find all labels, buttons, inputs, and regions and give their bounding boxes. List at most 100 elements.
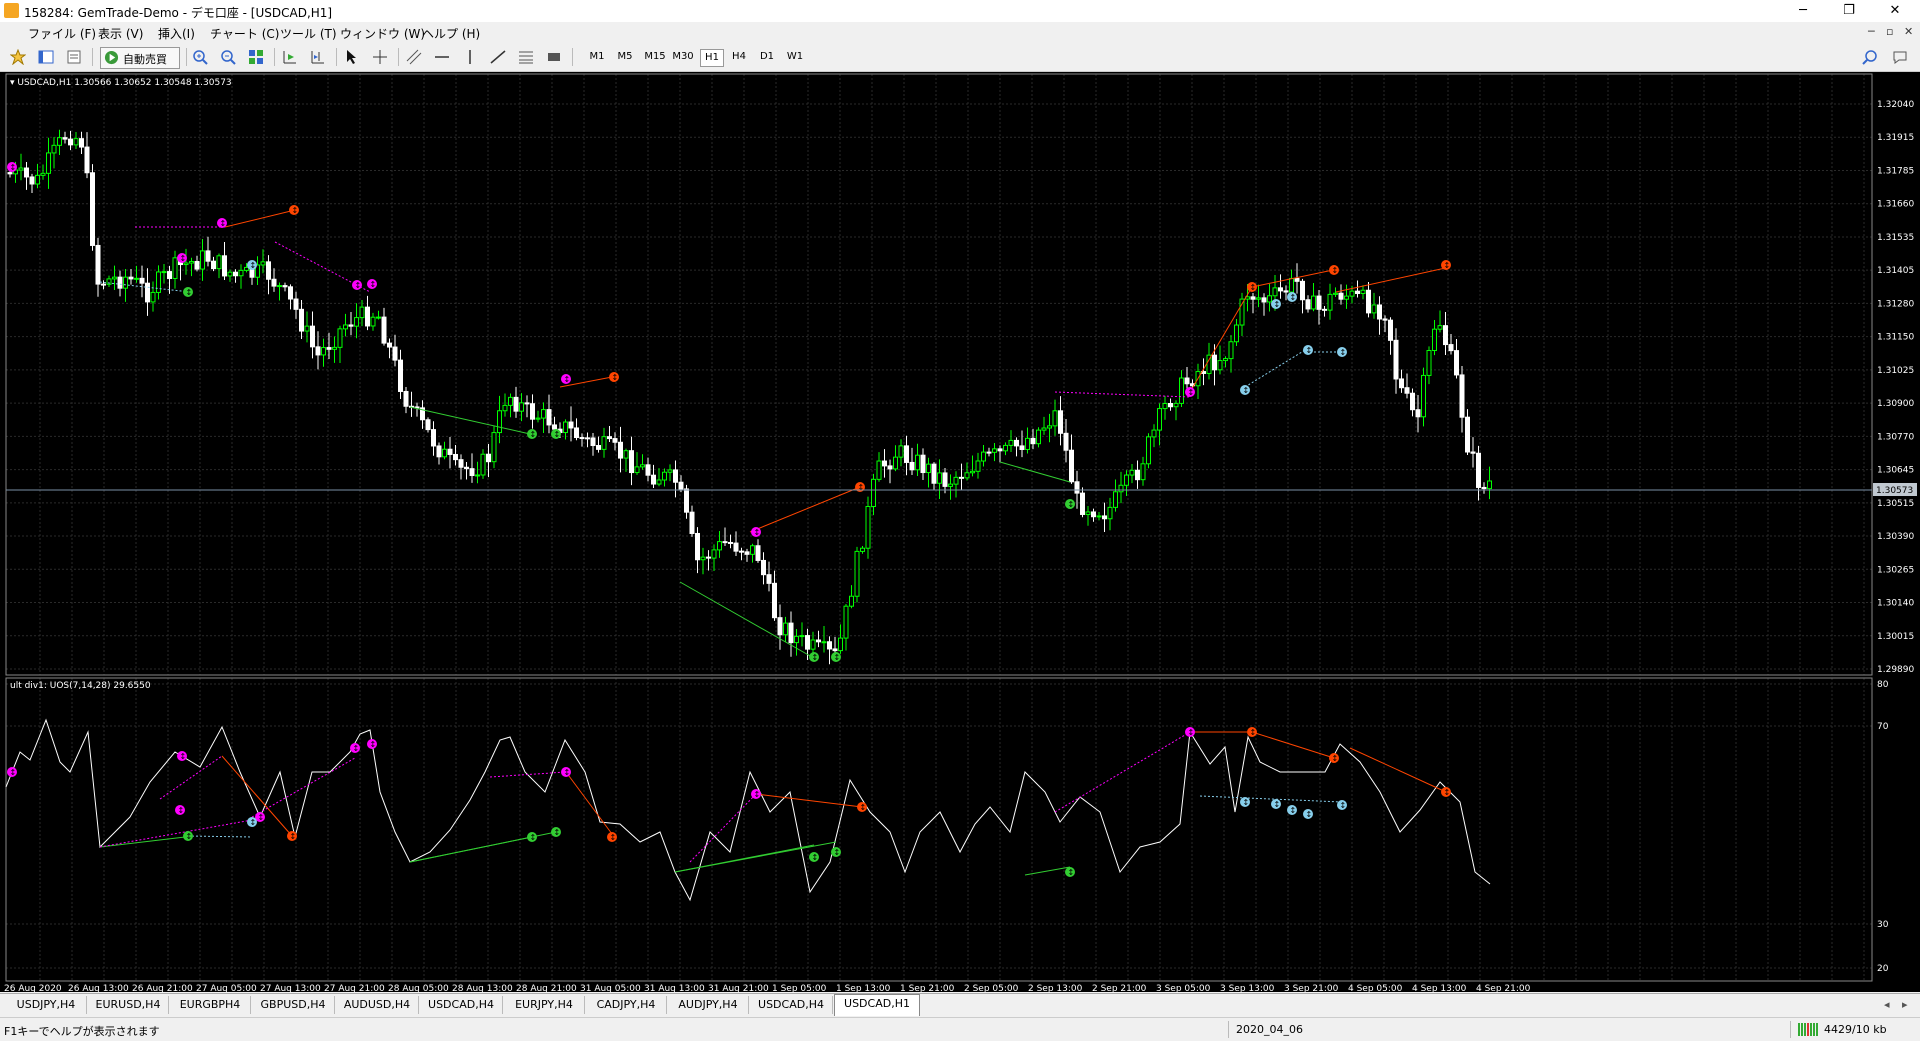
trendline-icon[interactable] [490, 49, 506, 65]
candle-body [1366, 289, 1371, 314]
tab-audusd-h4[interactable]: AUDUSD,H4 [336, 996, 419, 1014]
tab-usdcad-h4[interactable]: USDCAD,H4 [420, 996, 503, 1014]
chart-shift-icon[interactable] [310, 49, 326, 65]
candle-body [1113, 491, 1118, 508]
fibonacci-icon[interactable] [518, 49, 534, 65]
indicator-divergence-marker-glyph: ↕ [1250, 728, 1257, 737]
candle-body [1316, 295, 1322, 310]
maximize-button[interactable]: ❐ [1826, 0, 1872, 22]
auto-trade-button[interactable]: 自動売買 [100, 47, 180, 69]
timeframe-m5-button[interactable]: M5 [614, 49, 636, 65]
market-watch-icon[interactable] [38, 49, 54, 65]
zoom-out-icon[interactable] [220, 49, 236, 65]
chat-icon[interactable] [1892, 49, 1908, 65]
status-separator [1790, 1021, 1791, 1038]
timeframe-m15-button[interactable]: M15 [642, 49, 668, 65]
candle-body [816, 639, 821, 643]
indicator-divergence-marker-glyph: ↕ [370, 740, 377, 749]
candle-body [601, 436, 607, 450]
candle-body [425, 419, 431, 431]
candle-body [35, 174, 40, 185]
menu-chart[interactable]: チャート (C) [210, 25, 279, 42]
menu-help[interactable]: ヘルプ (H) [422, 25, 480, 42]
candle-body [832, 648, 838, 652]
timeframe-h4-button[interactable]: H4 [728, 49, 750, 65]
divergence-marker-glyph: ↕ [858, 483, 865, 492]
autoscroll-icon[interactable] [282, 49, 298, 65]
crosshair-icon[interactable] [372, 49, 388, 65]
candle-body [1382, 318, 1388, 321]
new-chart-icon[interactable] [10, 49, 26, 65]
tab-usdjpy-h4[interactable]: USDJPY,H4 [6, 996, 87, 1014]
horizontal-line-icon[interactable] [434, 49, 450, 65]
candle-body [1278, 287, 1283, 292]
candle-body [51, 144, 57, 154]
rectangle-icon[interactable] [546, 49, 562, 65]
status-help-text: F1キーでヘルプが表示されます [4, 1025, 160, 1038]
candle-body [469, 468, 475, 477]
minimize-button[interactable]: ─ [1780, 0, 1826, 22]
candle-body [1107, 506, 1113, 520]
timeframe-d1-button[interactable]: D1 [756, 49, 778, 65]
tab-scroll-left-icon[interactable]: ◂ [1884, 998, 1890, 1011]
timeframe-m1-button[interactable]: M1 [586, 49, 608, 65]
menu-view[interactable]: 表示 (V) [98, 25, 143, 42]
mdi-close-button[interactable]: ✕ [1904, 25, 1913, 38]
vertical-line-icon[interactable] [462, 49, 478, 65]
timeframe-h1-button[interactable]: H1 [700, 49, 724, 67]
candle-body [607, 436, 612, 440]
candle-body [73, 138, 79, 146]
timeframe-m30-button[interactable]: M30 [670, 49, 696, 65]
tab-eurgbp-h4[interactable]: EURGBPH4 [170, 996, 251, 1014]
candle-body [288, 286, 293, 300]
price-tick-label: 1.30645 [1877, 466, 1914, 476]
candle-body [1465, 416, 1470, 453]
chart-window[interactable]: ↕ ↕ ↕ ↕ ↕ ↕ ↕ ↕ ↕ ↕ ↕ ↕ ↕ ↕ ↕ ↕ ↕ ↕ ↕ ↕ ↕ ↕ ↕ ↕ ↕ ↕ ↕ ↕ ↕ ↕ ↕ ↕ ↕ ↕ ↕ ↕ ↕ ↕ ↕… [0, 72, 1920, 994]
candle-body [387, 342, 392, 348]
tile-windows-icon[interactable] [248, 49, 264, 65]
tab-eurjpy-h4[interactable]: EURJPY,H4 [504, 996, 585, 1014]
candle-body [700, 556, 706, 561]
tab-cadjpy-h4[interactable]: CADJPY,H4 [586, 996, 667, 1014]
zoom-in-icon[interactable] [192, 49, 208, 65]
candle-body [1228, 341, 1234, 360]
tab-scroll-right-icon[interactable]: ▸ [1902, 998, 1908, 1011]
menu-tools[interactable]: ツール (T) [280, 25, 337, 42]
candle-body [1289, 277, 1294, 293]
candle-body [216, 255, 222, 270]
cursor-icon[interactable] [344, 49, 360, 65]
candle-body [95, 244, 101, 285]
tab-eurusd-h4[interactable]: EURUSD,H4 [88, 996, 169, 1014]
navigator-icon[interactable] [66, 49, 82, 65]
price-chart[interactable]: ↕↕↕↕↕ ↕↕ ↕↕↕↕↕↕↕↕↕↕ ↕↕ ↕↕↕↕↕↕ ↕ ↕↕↕↕↕↕ ↕↕↕↕↕↕ ↕… [0, 72, 1920, 994]
indicator-divergence-marker-glyph: ↕ [1332, 754, 1339, 763]
timeframe-w1-button[interactable]: W1 [784, 49, 806, 65]
candle-body [1091, 511, 1096, 518]
candle-body [524, 402, 530, 405]
mdi-restore-button[interactable]: ▫ [1886, 25, 1893, 38]
tab-gbpusd-h4[interactable]: GBPUSD,H4 [252, 996, 335, 1014]
candle-body [827, 641, 832, 650]
tab-audjpy-h4[interactable]: AUDJPY,H4 [668, 996, 749, 1014]
tab-usdcad-h1[interactable]: USDCAD,H1 [834, 994, 920, 1016]
candle-body [1388, 319, 1393, 341]
indicator-divergence-marker-glyph: ↕ [1243, 798, 1250, 807]
channel-icon[interactable] [406, 49, 422, 65]
tab-usdcad-h4-2[interactable]: USDCAD,H4 [750, 996, 833, 1014]
menu-window[interactable]: ウィンドウ (W) [340, 25, 425, 42]
candle-body [535, 417, 541, 420]
divergence-marker-glyph: ↕ [530, 430, 537, 439]
menu-file[interactable]: ファイル (F) [28, 25, 96, 42]
candle-body [1008, 439, 1014, 446]
candle-body [458, 459, 464, 468]
menu-insert[interactable]: 挿入(I) [158, 25, 195, 42]
candle-body [964, 472, 970, 479]
candle-body [1256, 297, 1261, 300]
candle-body [904, 445, 909, 463]
search-icon[interactable] [1862, 49, 1878, 65]
mdi-minimize-button[interactable]: ─ [1868, 25, 1875, 38]
price-tick-label: 1.30015 [1877, 632, 1914, 642]
close-button[interactable]: ✕ [1872, 0, 1918, 22]
candle-body [381, 316, 387, 344]
candle-body [645, 464, 651, 476]
